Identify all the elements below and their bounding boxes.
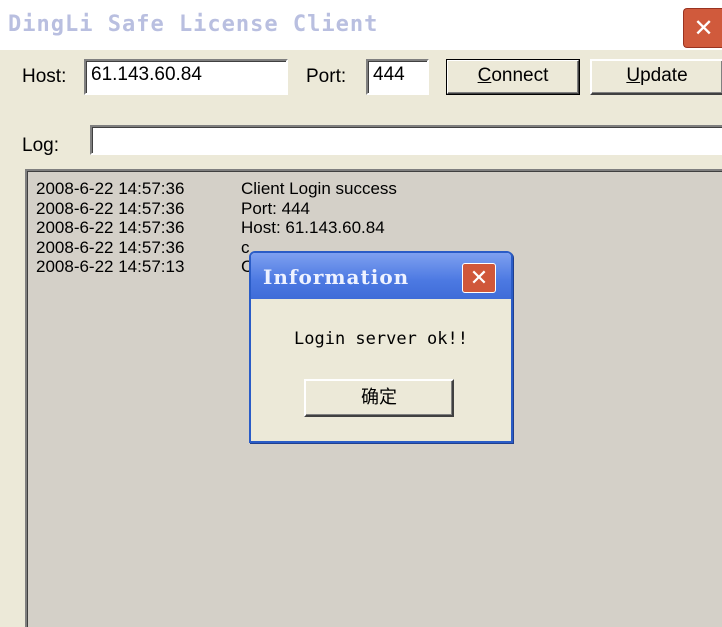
dialog-message: Login server ok!! bbox=[294, 329, 468, 349]
close-icon[interactable]: ✕ bbox=[683, 8, 722, 48]
log-entry: 2008-6-22 14:57:36 Client Login success bbox=[36, 179, 397, 199]
log-entry-time: 2008-6-22 14:57:36 bbox=[36, 198, 185, 218]
log-entry-time: 2008-6-22 14:57:36 bbox=[36, 179, 185, 198]
port-input[interactable]: 444 bbox=[366, 59, 429, 95]
log-entry-message: c bbox=[241, 237, 250, 257]
log-entry-time: 2008-6-22 14:57:36 bbox=[36, 218, 185, 237]
log-entry: 2008-6-22 14:57:36 Host: 61.143.60.84 bbox=[36, 218, 397, 238]
log-label: Log: bbox=[22, 135, 59, 156]
log-entry: 2008-6-22 14:57:36 Port: 444 bbox=[36, 199, 397, 219]
connect-button-label: Connect bbox=[477, 65, 549, 86]
log-status-field bbox=[90, 125, 722, 155]
main-window: DingLi Safe License Client ✕ Host: 61.14… bbox=[0, 0, 722, 627]
log-entry-message: Host: 61.143.60.84 bbox=[241, 218, 385, 237]
update-button-label: Update bbox=[626, 65, 688, 86]
information-dialog: Information ✕ Login server ok!! 确定 bbox=[249, 251, 513, 443]
dialog-title: Information bbox=[263, 265, 410, 289]
dialog-close-icon[interactable]: ✕ bbox=[462, 263, 496, 293]
title-bar: DingLi Safe License Client ✕ bbox=[0, 0, 722, 50]
log-entry-time: 2008-6-22 14:57:13 bbox=[36, 257, 185, 276]
connect-button[interactable]: Connect bbox=[446, 59, 580, 95]
ok-button[interactable]: 确定 bbox=[304, 379, 454, 417]
window-title: DingLi Safe License Client bbox=[8, 12, 379, 37]
host-label: Host: bbox=[22, 66, 67, 87]
log-entry-time: 2008-6-22 14:57:36 bbox=[36, 237, 185, 257]
log-entry-message: Client Login success bbox=[241, 179, 397, 198]
update-button[interactable]: Update bbox=[590, 59, 722, 95]
host-input[interactable]: 61.143.60.84 bbox=[84, 59, 288, 95]
log-entry-message: Port: 444 bbox=[241, 198, 310, 218]
port-label: Port: bbox=[306, 66, 347, 87]
dialog-title-bar: Information ✕ bbox=[251, 253, 511, 299]
